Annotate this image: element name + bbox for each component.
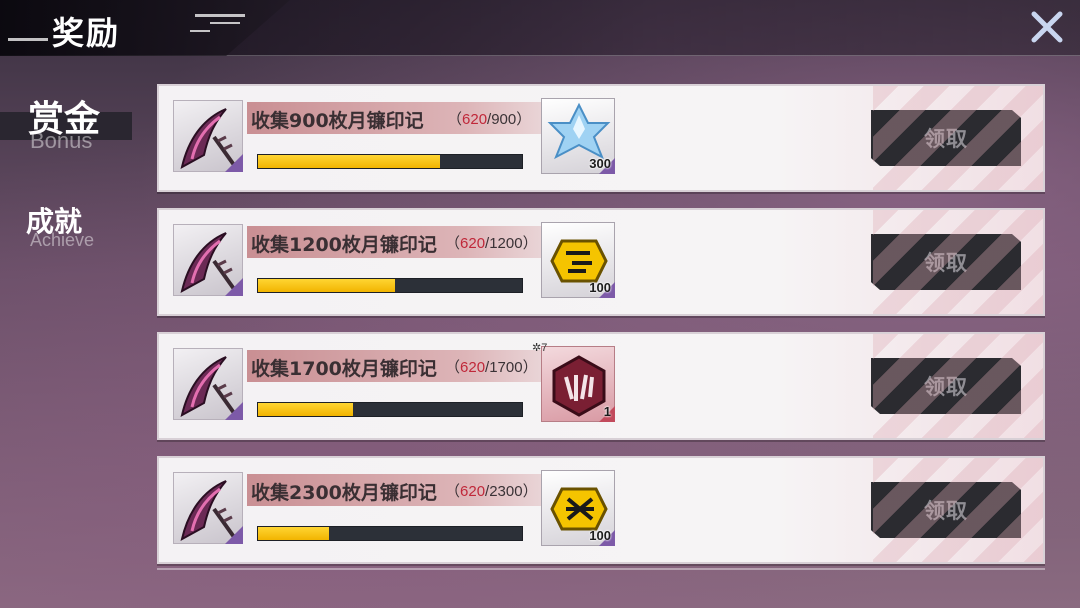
progress-text: （620/900） — [447, 111, 532, 128]
rarity-corner — [225, 402, 243, 420]
progress-current: 620 — [460, 235, 486, 252]
tab-achieve[interactable]: 成就 Achieve — [0, 198, 150, 254]
reward-item[interactable]: 100 — [541, 222, 615, 298]
reward-row: 收集1700枚月镰印记 （620/1700） ✲7 1 领取 — [157, 332, 1045, 440]
reward-count: 300 — [589, 156, 611, 171]
progress-fill — [258, 155, 441, 168]
moon-scythe-icon — [173, 224, 243, 296]
task-text: 收集900枚月镰印记 — [251, 110, 424, 132]
progress-fill — [258, 527, 330, 540]
rarity-corner — [225, 278, 243, 296]
header-stripe — [0, 0, 290, 56]
reward-tag-value: 7 — [541, 342, 548, 354]
progress-bar — [257, 278, 523, 293]
reward-count: 100 — [589, 528, 611, 543]
progress-text: （620/1200） — [445, 235, 538, 252]
close-icon[interactable] — [1028, 8, 1066, 46]
progress-fill — [258, 403, 354, 416]
header-bar: 奖励 — [0, 0, 1080, 56]
tab-bonus[interactable]: 赏金 Bonus — [0, 90, 150, 153]
reward-item[interactable]: 100 — [541, 470, 615, 546]
rarity-corner — [225, 526, 243, 544]
moon-scythe-icon — [173, 100, 243, 172]
progress-total: /900 — [487, 111, 517, 128]
reward-item[interactable]: ✲7 1 — [532, 342, 615, 422]
progress-total: /2300 — [485, 483, 523, 500]
claim-button[interactable]: 领取 — [871, 482, 1021, 538]
progress-total: /1200 — [485, 235, 523, 252]
rarity-corner — [225, 154, 243, 172]
claim-button[interactable]: 领取 — [871, 110, 1021, 166]
claim-button[interactable]: 领取 — [871, 234, 1021, 290]
progress-text: （620/2300） — [445, 483, 538, 500]
progress-fill — [258, 279, 396, 292]
decor-line — [190, 30, 210, 32]
progress-current: 620 — [462, 111, 488, 128]
reward-item[interactable]: 300 — [541, 98, 615, 174]
progress-bar — [257, 154, 523, 169]
list-bottom-divider — [157, 568, 1045, 570]
claim-button[interactable]: 领取 — [871, 358, 1021, 414]
progress-text: （620/1700） — [445, 359, 538, 376]
page-title: 奖励 — [52, 14, 121, 52]
progress-total: /1700 — [485, 359, 523, 376]
decor-line — [210, 22, 240, 24]
task-text: 收集1200枚月镰印记 — [251, 234, 437, 256]
moon-scythe-icon — [173, 348, 243, 420]
reward-tag: ✲7 — [532, 342, 548, 354]
progress-bar — [257, 402, 523, 417]
decor-line — [8, 38, 48, 41]
reward-row: 收集900枚月镰印记 （620/900） 300 领取 — [157, 84, 1045, 192]
tab-bonus-sub: Bonus — [30, 128, 93, 153]
progress-current: 620 — [460, 359, 486, 376]
reward-row: 收集1200枚月镰印记 （620/1200） 100 领取 — [157, 208, 1045, 316]
moon-scythe-icon — [173, 472, 243, 544]
reward-count: 1 — [603, 404, 611, 419]
progress-current: 620 — [460, 483, 486, 500]
reward-count: 100 — [589, 280, 611, 295]
decor-line — [195, 14, 245, 17]
task-text: 收集2300枚月镰印记 — [251, 482, 437, 504]
reward-row: 收集2300枚月镰印记 （620/2300） 100 领取 — [157, 456, 1045, 564]
tab-achieve-sub: Achieve — [30, 230, 95, 250]
progress-bar — [257, 526, 523, 541]
task-text: 收集1700枚月镰印记 — [251, 358, 437, 380]
